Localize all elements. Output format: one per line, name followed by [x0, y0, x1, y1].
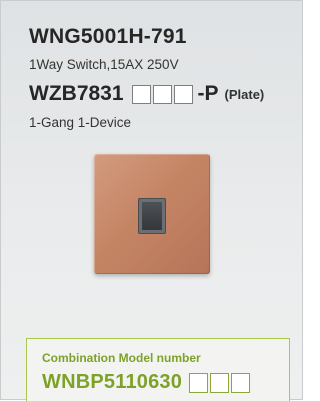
- code-placeholder-box: [131, 84, 151, 104]
- combination-model-line: WNBP5110630: [42, 371, 252, 394]
- code-placeholder-box: [189, 372, 209, 393]
- combination-title: Combination Model number: [42, 351, 201, 365]
- code-placeholder-box: [210, 372, 230, 393]
- plate-model-prefix: WZB7831: [29, 82, 124, 105]
- combination-model-prefix: WNBP5110630: [42, 371, 183, 393]
- gang-description: 1-Gang 1-Device: [29, 115, 132, 130]
- product-card: WNG5001H-791 1Way Switch,15AX 250V WZB78…: [0, 0, 303, 401]
- code-placeholder-box: [152, 84, 172, 104]
- switch-model-number: WNG5001H-791: [29, 25, 187, 48]
- plate-model-suffix: -P: [197, 82, 219, 105]
- switch-rocker: [142, 202, 162, 230]
- plate-label: (Plate): [224, 86, 265, 102]
- plate-model-line: WZB7831 -P (Plate): [29, 81, 264, 107]
- code-placeholder-box: [231, 372, 251, 393]
- code-placeholder-box: [173, 84, 193, 104]
- switch-plate-image: [94, 154, 210, 274]
- switch-specification: 1Way Switch,15AX 250V: [29, 57, 179, 72]
- switch-module: [138, 198, 166, 234]
- combination-model-box: Combination Model number WNBP5110630: [26, 338, 290, 401]
